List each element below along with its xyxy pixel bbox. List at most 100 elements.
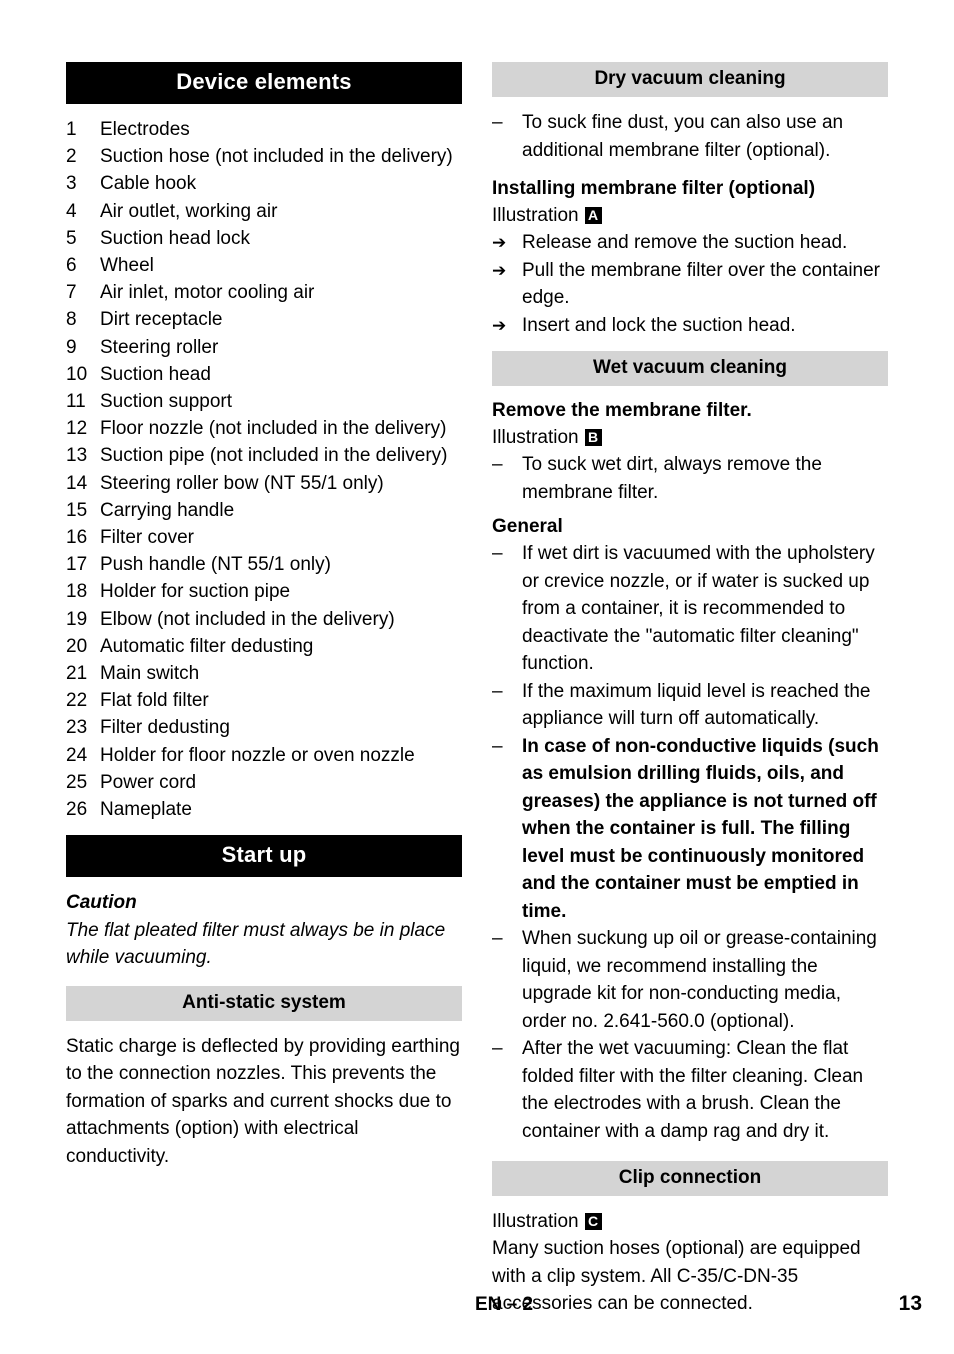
list-item: 7 Air inlet, motor cooling air [66,279,462,306]
list-item: 13 Suction pipe (not included in the deli… [66,442,462,469]
item-text: Wheel [100,255,154,277]
item-number: 10 [66,363,88,385]
device-elements-list: 1 Electrodes 2 Suction hose (not included … [66,116,462,823]
item-text: Air inlet, motor cooling air [100,282,315,304]
item-number: 9 [66,336,77,358]
item-text: Flat fold filter [100,690,209,712]
list-item: 25 Power cord [66,769,462,796]
item-number: 13 [66,445,88,467]
section-header-clip-connection: Clip connection [492,1161,888,1196]
step-item: ➔ Pull the membrane filter over the cont… [492,257,888,312]
list-item: 22 Flat fold filter [66,687,462,714]
anti-static-body: Static charge is deflected by providing … [66,1035,460,1167]
list-item: 18 Holder for suction pipe [66,578,462,605]
item-number: 1 [66,119,77,140]
item-number: 21 [66,663,88,685]
item-number: 6 [66,255,77,277]
list-item: 19 Elbow (not included in the delivery) [66,606,462,633]
illustration-reference-a: Illustration A [492,202,888,229]
item-text: Suction head [100,363,211,385]
illustration-ref-badge: A [584,207,602,224]
dash-text: To suck wet dirt, always remove the memb… [522,454,822,503]
list-item: 17 Push handle (NT 55/1 only) [66,551,462,578]
item-number: 12 [66,418,88,440]
item-number: 23 [66,717,88,739]
list-item: 26 Nameplate [66,796,462,823]
item-number: 14 [66,472,88,494]
dash-marker: – [492,928,503,949]
dash-text: In case of non-conductive liquids (such … [522,735,879,922]
document-page: Device elements 1 Electrodes 2 Suction hos… [0,0,954,1354]
section-header-anti-static-system: Anti-static system [66,985,462,1021]
item-number: 19 [66,608,88,630]
item-text: Suction head lock [100,227,250,249]
dash-text: After the wet vacuuming: Clean the flat … [522,1038,864,1142]
item-text: Steering roller [100,336,219,358]
list-item: 3 Cable hook [66,170,462,197]
item-text: Main switch [100,663,200,685]
list-item: 1 Electrodes [66,116,462,143]
item-number: 17 [66,554,88,576]
list-item: 5 Suction head lock [66,225,462,252]
item-number: 25 [66,771,88,793]
general-item: – After the wet vacuuming: Clean the fla… [492,1035,888,1145]
general-item: – If wet dirt is vacuumed with the uphol… [492,540,888,678]
step-item: ➔ Release and remove the suction head. [492,229,888,257]
list-item: 24 Holder for floor nozzle or oven nozzle [66,742,462,769]
item-text: Holder for floor nozzle or oven nozzle [100,744,415,766]
dash-text: If the maximum liquid level is reached t… [522,680,871,730]
illustration-reference-b: Illustration B [492,424,888,451]
item-number: 7 [66,282,77,304]
list-item: 21 Main switch [66,660,462,687]
item-text: Cable hook [100,173,197,195]
item-text: Steering roller bow (NT 55/1 only) [100,472,384,494]
step-text: Pull the membrane filter over the contai… [522,259,881,309]
item-number: 11 [66,391,86,413]
item-text: Elbow (not included in the delivery) [100,608,395,630]
illustration-ref-badge: B [584,429,602,446]
step-item: ➔ Insert and lock the suction head. [492,312,888,340]
left-column: Device elements 1 Electrodes 2 Suction hos… [66,62,462,1318]
list-item: 4 Air outlet, working air [66,198,462,225]
list-item: 11 Suction support [66,388,462,415]
general-item-warning: – In case of non-conductive liquids (suc… [492,733,888,926]
general-item: – If the maximum liquid level is reached… [492,678,888,733]
caution-text: The flat pleated filter must always be i… [66,919,446,969]
item-text: Nameplate [100,799,192,821]
item-text: Suction pipe (not included in the delive… [100,445,448,467]
item-text: Filter cover [100,527,194,549]
item-number: 18 [66,581,88,603]
right-column: Dry vacuum cleaning – To suck fine dust,… [492,62,888,1318]
illustration-label: Illustration [492,427,579,448]
two-column-layout: Device elements 1 Electrodes 2 Suction hos… [66,62,888,1318]
item-text: Holder for suction pipe [100,581,291,603]
item-text: Suction support [100,391,233,413]
dash-marker: – [492,1038,503,1059]
list-item: 6 Wheel [66,252,462,279]
list-item: 9 Steering roller [66,334,462,361]
section-header-wet-vacuum-cleaning: Wet vacuum cleaning [492,351,888,386]
illustration-label: Illustration [492,1211,579,1232]
list-item: 15 Carrying handle [66,497,462,524]
illustration-label: Illustration [492,205,579,226]
item-text: Automatic filter dedusting [100,635,314,657]
dry-vacuum-intro: – To suck fine dust, you can also use an… [492,109,888,164]
list-item: 23 Filter dedusting [66,714,462,741]
list-item: 2 Suction hose (not included in the deliv… [66,143,462,170]
dash-marker: – [492,112,503,133]
footer-page-number: 13 [898,1292,922,1315]
list-item: 14 Steering roller bow (NT 55/1 only) [66,470,462,497]
general-item: – When suckung up oil or grease-containi… [492,925,888,1035]
dash-marker: – [492,454,503,475]
illustration-ref-badge: C [584,1213,602,1230]
item-number: 24 [66,744,88,766]
item-number: 4 [66,200,77,222]
section-header-device-elements: Device elements [66,62,462,104]
item-number: 3 [66,173,77,195]
item-number: 20 [66,635,88,657]
dash-marker: – [492,680,503,702]
dash-text: To suck fine dust, you can also use an a… [522,112,844,161]
section-header-dry-vacuum-cleaning: Dry vacuum cleaning [492,62,888,97]
item-text: Filter dedusting [100,717,230,739]
item-number: 2 [66,146,77,168]
